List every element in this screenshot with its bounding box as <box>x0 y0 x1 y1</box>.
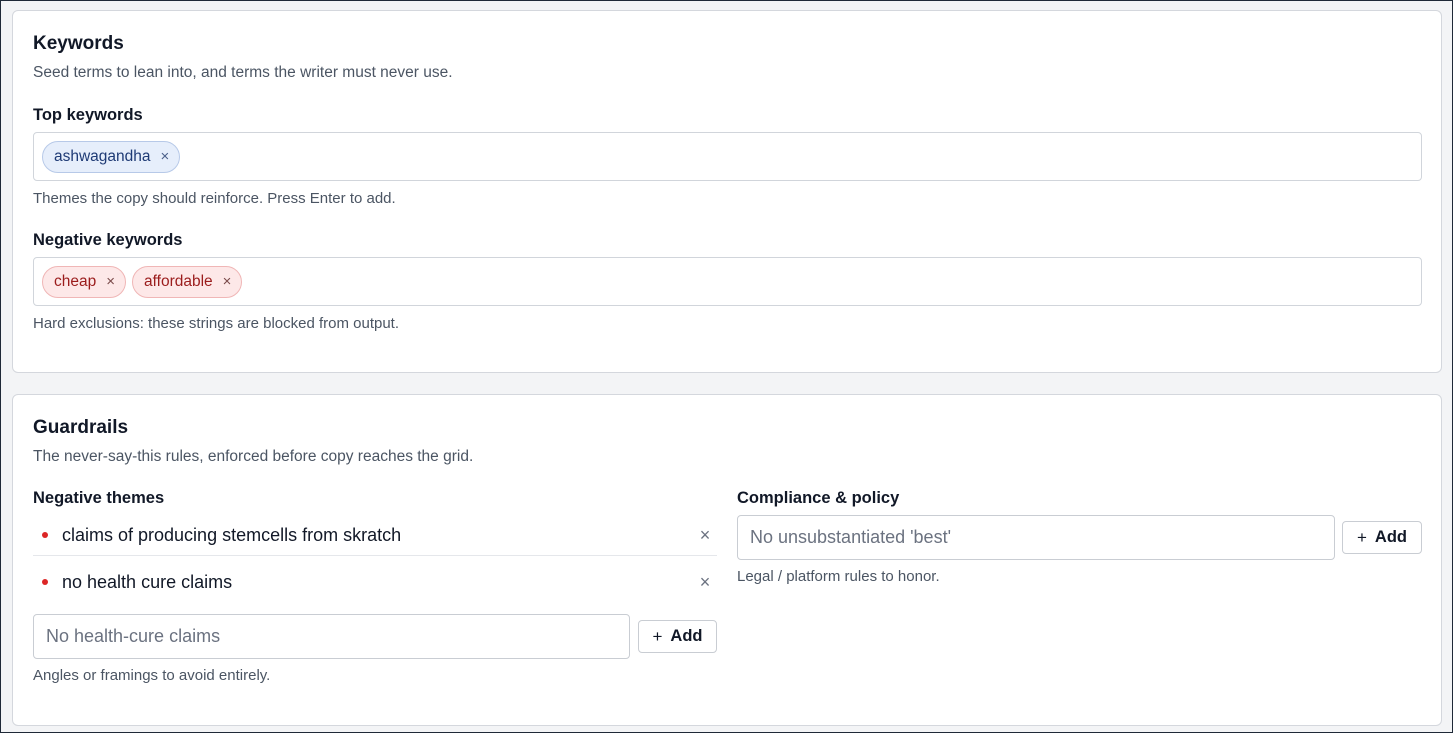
close-icon[interactable]: × <box>223 274 232 289</box>
page-frame: Keywords Seed terms to lean into, and te… <box>0 0 1453 733</box>
close-icon[interactable]: × <box>161 149 170 164</box>
theme-text: claims of producing stemcells from skrat… <box>62 524 402 545</box>
compliance-input[interactable] <box>737 515 1335 560</box>
negative-theme-input[interactable] <box>33 614 630 659</box>
theme-text: no health cure claims <box>62 571 233 592</box>
chip-label: ashwagandha <box>54 147 151 165</box>
chip-label: affordable <box>144 272 213 290</box>
plus-icon: + <box>1356 527 1367 547</box>
add-negative-theme-button[interactable]: + Add <box>638 620 717 653</box>
negative-themes-hint: Angles or framings to avoid entirely. <box>33 667 271 684</box>
compliance-label: Compliance & policy <box>737 489 900 507</box>
negative-keywords-input[interactable]: cheap × affordable × <box>33 257 1422 306</box>
keywords-subtitle: Seed terms to lean into, and terms the w… <box>33 64 453 81</box>
keywords-title: Keywords <box>33 33 124 54</box>
top-keywords-input[interactable]: ashwagandha × <box>33 132 1422 181</box>
guardrails-title: Guardrails <box>33 417 129 438</box>
chip-label: cheap <box>54 272 97 290</box>
close-icon[interactable]: × <box>695 572 715 593</box>
list-item: claims of producing stemcells from skrat… <box>33 515 717 556</box>
top-keywords-label: Top keywords <box>33 106 143 124</box>
add-label: Add <box>670 627 703 645</box>
compliance-hint: Legal / platform rules to honor. <box>737 568 940 585</box>
close-icon[interactable]: × <box>695 525 715 546</box>
guardrails-card: Guardrails The never-say-this rules, enf… <box>12 394 1442 726</box>
keywords-card: Keywords Seed terms to lean into, and te… <box>12 10 1442 373</box>
list-item: no health cure claims × <box>33 562 717 602</box>
negative-keywords-label: Negative keywords <box>33 231 183 249</box>
close-icon[interactable]: × <box>106 274 115 289</box>
plus-icon: + <box>652 626 663 646</box>
keyword-chip: ashwagandha × <box>42 140 181 173</box>
negative-themes-label: Negative themes <box>33 489 165 507</box>
top-keywords-hint: Themes the copy should reinforce. Press … <box>33 190 396 207</box>
negative-keywords-hint: Hard exclusions: these strings are block… <box>33 315 400 332</box>
guardrails-subtitle: The never-say-this rules, enforced befor… <box>33 448 474 465</box>
bullet-dot-icon <box>42 579 48 585</box>
negative-keyword-chip: cheap × <box>42 265 126 298</box>
negative-keyword-chip: affordable × <box>132 265 243 298</box>
add-compliance-button[interactable]: + Add <box>1342 521 1422 554</box>
bullet-dot-icon <box>42 532 48 538</box>
add-label: Add <box>1374 528 1407 546</box>
